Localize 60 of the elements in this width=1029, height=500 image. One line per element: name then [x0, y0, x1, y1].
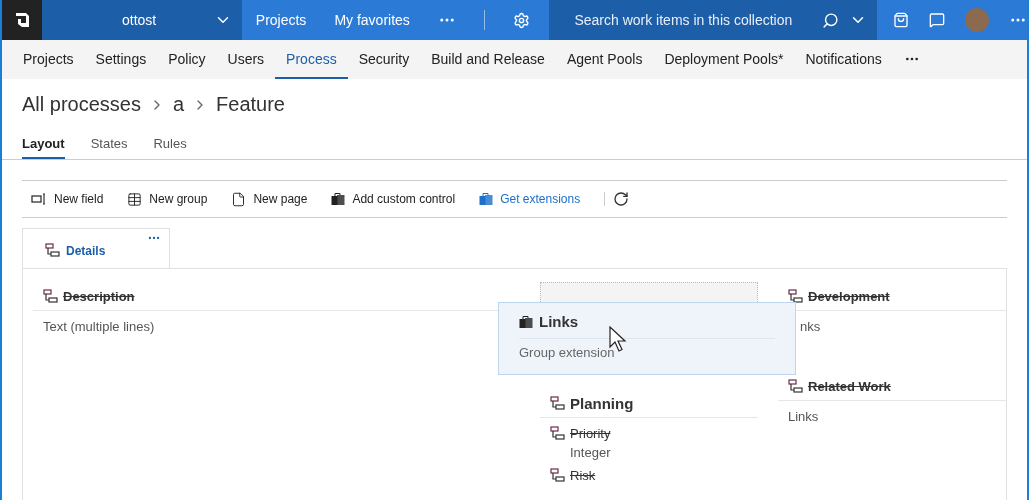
extension-icon [479, 192, 494, 206]
search-input[interactable]: Search work items in this collection [572, 11, 812, 29]
logo-icon[interactable] [2, 0, 42, 40]
nav-link[interactable]: My favorites [334, 12, 410, 28]
breadcrumb-item[interactable]: a [172, 93, 185, 116]
extension-icon [519, 314, 533, 329]
admin-tab[interactable]: Build and Release [420, 40, 556, 79]
group-icon [550, 395, 565, 411]
group-icon [788, 378, 803, 394]
admin-tab[interactable]: Agent Pools [555, 40, 654, 79]
toolbar-button[interactable]: New field [31, 192, 116, 206]
page-tab-label[interactable]: Details [45, 243, 106, 258]
group-icon [550, 426, 565, 441]
field-label[interactable]: Priority [570, 426, 611, 441]
account-name[interactable]: ottost [121, 12, 157, 28]
admin-tab[interactable]: Users [216, 40, 276, 79]
admin-tab[interactable]: Notifications [794, 40, 893, 79]
group-title[interactable]: Planning [570, 394, 634, 412]
search-icon[interactable] [822, 11, 839, 29]
view-tab[interactable]: Rules [153, 128, 187, 159]
group-title[interactable]: Development [808, 288, 890, 304]
toolbar-button[interactable]: New page [231, 191, 320, 207]
group-icon [550, 468, 565, 483]
bag-icon[interactable] [893, 12, 909, 28]
toolbar-button[interactable]: New group [127, 191, 220, 207]
admin-tab[interactable]: Projects [12, 40, 85, 79]
nav-link[interactable]: Projects [255, 12, 307, 28]
field-type: Integer [569, 444, 612, 460]
search-field[interactable]: Search work items in this collection [549, 0, 877, 40]
card-subtitle: Group extension [519, 344, 616, 360]
group-icon [45, 243, 60, 258]
group-title[interactable]: Related Work [808, 378, 891, 394]
drag-card[interactable]: Links Group extension [498, 302, 796, 375]
admin-tab[interactable]: Deployment Pools* [653, 40, 795, 79]
group-title[interactable]: Description [63, 288, 135, 304]
group-icon [43, 288, 58, 304]
toolbar-button[interactable]: Add custom control [331, 192, 468, 206]
chat-icon[interactable] [929, 12, 945, 28]
breadcrumb-item[interactable]: All processes [22, 93, 141, 116]
admin-tab[interactable]: Policy [157, 40, 217, 79]
toolbar-button[interactable]: Get extensions [479, 192, 593, 206]
field-icon [31, 193, 47, 205]
breadcrumb-item: Feature [216, 93, 285, 116]
settings-icon[interactable] [512, 11, 530, 29]
admin-tab[interactable]: Process [275, 40, 348, 79]
admin-tab[interactable]: Settings [84, 40, 158, 79]
refresh-icon[interactable] [613, 191, 630, 207]
group-type: Links [787, 408, 820, 424]
page-icon [231, 191, 247, 207]
field-label[interactable]: Risk [570, 468, 596, 483]
group-icon [788, 288, 803, 304]
table-icon [127, 191, 143, 207]
admin-tab[interactable]: Security [347, 40, 421, 79]
page-tab[interactable]: Details [22, 228, 170, 268]
group-type: Text (multiple lines) [42, 318, 156, 334]
group-type: nks [799, 318, 822, 334]
view-tab[interactable]: States [90, 128, 128, 159]
extension-icon [331, 192, 346, 206]
card-title: Links [539, 313, 579, 330]
view-tab[interactable]: Layout [22, 128, 65, 159]
